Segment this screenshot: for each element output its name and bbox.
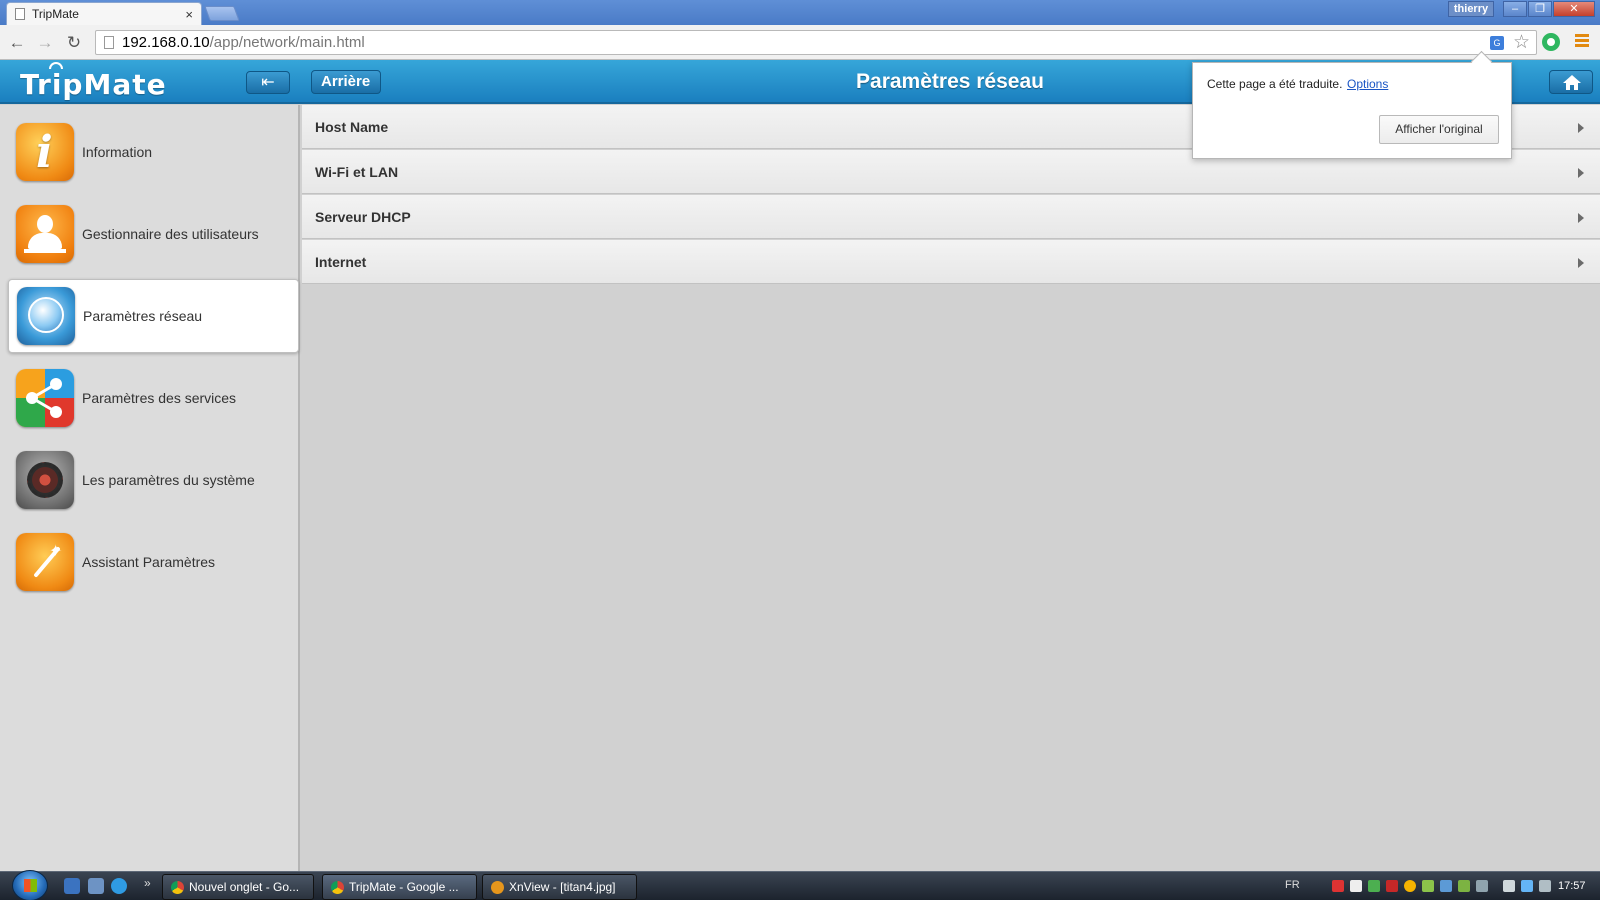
bookmark-star-icon[interactable]: ☆: [1513, 31, 1530, 54]
taskbar-item-label: Nouvel onglet - Go...: [189, 880, 300, 894]
network-tray-icon[interactable]: [1440, 880, 1452, 892]
sidebar-item-label: Paramètres réseau: [83, 308, 203, 324]
antivirus-tray-icon[interactable]: [1332, 880, 1344, 892]
sidebar-item-label: Paramètres des services: [82, 390, 237, 406]
sidebar-item-service-settings[interactable]: Paramètres des services: [8, 361, 299, 435]
extension-icon[interactable]: [1542, 33, 1560, 51]
dropbox-tray-icon[interactable]: [1350, 880, 1362, 892]
sidebar-item-settings-wizard[interactable]: ✦ Assistant Paramètres: [8, 525, 299, 599]
internet-explorer-icon[interactable]: [111, 878, 127, 894]
chrome-icon: [171, 881, 184, 894]
info-icon: i: [16, 123, 74, 181]
list-item-internet[interactable]: Internet: [302, 240, 1600, 284]
translate-icon[interactable]: G: [1490, 36, 1504, 50]
sidebar: i Information Gestionnaire des utilisate…: [0, 105, 300, 871]
chrome-tray-icon[interactable]: [1368, 880, 1380, 892]
network-settings-panel: Host Name Wi-Fi et LAN Serveur DHCP Inte…: [302, 105, 1600, 871]
browser-tabstrip: TripMate × thierry – ❐ ✕: [0, 0, 1600, 25]
sidebar-item-information[interactable]: i Information: [8, 115, 299, 189]
list-item-label: Internet: [315, 254, 367, 270]
language-indicator[interactable]: FR: [1285, 879, 1300, 891]
xnview-icon: [491, 881, 504, 894]
quicklaunch-more-icon[interactable]: »: [144, 876, 151, 890]
show-desktop-icon[interactable]: [64, 878, 80, 894]
url-path: /app/network/main.html: [209, 34, 365, 51]
sidebar-item-label: Gestionnaire des utilisateurs: [82, 226, 259, 242]
chevron-right-icon: [1578, 168, 1584, 178]
chevron-right-icon: [1578, 123, 1584, 133]
back-arrow-icon[interactable]: ←: [6, 32, 28, 54]
taskbar-item-label: XnView - [titan4.jpg]: [509, 880, 616, 894]
browser-tab-tripmate[interactable]: TripMate ×: [6, 2, 202, 25]
app-logo: TripMate: [20, 68, 167, 101]
reload-icon[interactable]: ↻: [63, 32, 85, 54]
browser-toolbar: ← → ↻ 192.168.0.10/app/network/main.html…: [0, 25, 1600, 60]
chevron-right-icon: [1578, 213, 1584, 223]
translate-popup: Cette page a été traduite. Options Affic…: [1192, 62, 1512, 159]
list-item-label: Wi-Fi et LAN: [315, 164, 399, 180]
sidebar-item-label: Assistant Paramètres: [82, 554, 216, 570]
forward-arrow-icon[interactable]: →: [34, 32, 56, 54]
wand-icon: ✦: [16, 533, 74, 591]
page-title: Paramètres réseau: [856, 70, 1044, 93]
list-item-label: Host Name: [315, 119, 389, 135]
page-icon: [15, 8, 25, 20]
checkmark-tray-icon[interactable]: [1458, 880, 1470, 892]
volume-icon[interactable]: [1539, 880, 1551, 892]
utility-tray-icon[interactable]: [1476, 880, 1488, 892]
page-icon: [104, 36, 114, 49]
windows-logo-icon: [24, 879, 37, 892]
chrome-icon: [331, 881, 344, 894]
switch-windows-icon[interactable]: [88, 878, 104, 894]
tab-title: TripMate: [32, 7, 79, 21]
sidebar-item-label: Information: [82, 144, 153, 160]
logout-button[interactable]: ⇤: [246, 71, 290, 94]
restore-window-button[interactable]: ❐: [1528, 1, 1552, 17]
user-icon: [16, 205, 74, 263]
sidebar-item-system-settings[interactable]: Les paramètres du système: [8, 443, 299, 517]
system-clock[interactable]: 17:57: [1558, 880, 1586, 892]
taskbar-item-tripmate[interactable]: TripMate - Google ...: [322, 874, 477, 900]
windows-taskbar: » Nouvel onglet - Go... TripMate - Googl…: [0, 870, 1600, 900]
signal-tray-icon[interactable]: [1422, 880, 1434, 892]
new-tab-button[interactable]: [204, 6, 240, 21]
taskbar-item-new-tab[interactable]: Nouvel onglet - Go...: [162, 874, 314, 900]
sidebar-item-user-manager[interactable]: Gestionnaire des utilisateurs: [8, 197, 299, 271]
list-item-dhcp-server[interactable]: Serveur DHCP: [302, 195, 1600, 239]
sidebar-item-label: Les paramètres du système: [82, 472, 255, 488]
minimize-window-button[interactable]: –: [1503, 1, 1527, 17]
home-button[interactable]: [1549, 70, 1593, 94]
gear-icon: [16, 451, 74, 509]
acrobat-tray-icon[interactable]: [1386, 880, 1398, 892]
back-button[interactable]: Arrière: [311, 70, 382, 94]
sidebar-item-network-settings[interactable]: Paramètres réseau: [8, 279, 299, 353]
chevron-right-icon: [1578, 258, 1584, 268]
translate-message: Cette page a été traduite.: [1207, 77, 1343, 91]
network-connection-icon[interactable]: [1521, 880, 1533, 892]
taskbar-item-xnview[interactable]: XnView - [titan4.jpg]: [482, 874, 637, 900]
share-icon: [16, 369, 74, 427]
profile-user-badge[interactable]: thierry: [1448, 1, 1494, 17]
translate-options-link[interactable]: Options: [1347, 77, 1388, 91]
list-item-label: Serveur DHCP: [315, 209, 411, 225]
updater-tray-icon[interactable]: [1404, 880, 1416, 892]
show-original-button[interactable]: Afficher l'original: [1379, 115, 1499, 144]
start-button[interactable]: [12, 870, 48, 900]
url-host: 192.168.0.10: [122, 34, 210, 51]
tab-close-icon[interactable]: ×: [185, 7, 193, 22]
power-tray-icon[interactable]: [1503, 880, 1515, 892]
close-window-button[interactable]: ✕: [1553, 1, 1595, 17]
browser-menu-icon[interactable]: [1575, 34, 1589, 48]
globe-icon: [17, 287, 75, 345]
address-bar[interactable]: 192.168.0.10/app/network/main.html G ☆: [95, 30, 1537, 55]
home-icon: [1563, 75, 1581, 90]
taskbar-item-label: TripMate - Google ...: [349, 880, 459, 894]
